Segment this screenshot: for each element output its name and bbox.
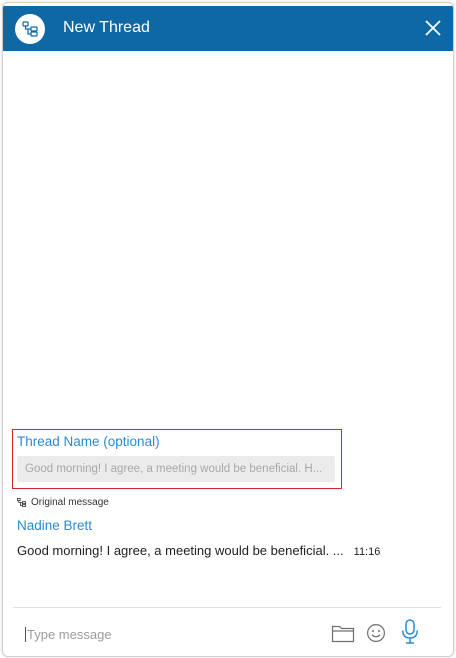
- composer-divider: [13, 607, 441, 608]
- microphone-icon[interactable]: [401, 619, 419, 650]
- text-caret: [25, 626, 26, 642]
- sender-name: Nadine Brett: [17, 518, 93, 533]
- message-placeholder: Type message: [27, 626, 112, 642]
- original-message-caption: Original message: [17, 497, 109, 508]
- original-message-label: Original message: [31, 497, 109, 508]
- folder-icon[interactable]: [331, 623, 355, 648]
- message-input[interactable]: Type message: [25, 623, 315, 645]
- thread-name-group: Thread Name (optional) Good morning! I a…: [12, 429, 342, 489]
- thread-icon: [17, 498, 26, 507]
- header-bar: New Thread: [3, 6, 453, 51]
- new-thread-panel: New Thread Thread Name (optional) Good m…: [2, 2, 454, 657]
- thread-name-label: Thread Name (optional): [17, 434, 160, 449]
- message-time: 11:16: [353, 546, 381, 558]
- message-text: Good morning! I agree, a meeting would b…: [17, 543, 344, 558]
- panel-title: New Thread: [63, 19, 150, 36]
- emoji-icon[interactable]: [366, 623, 386, 648]
- close-icon[interactable]: [423, 18, 443, 38]
- thread-icon: [15, 14, 45, 44]
- thread-name-input[interactable]: Good morning! I agree, a meeting would b…: [17, 456, 335, 482]
- original-message: Good morning! I agree, a meeting would b…: [17, 543, 380, 558]
